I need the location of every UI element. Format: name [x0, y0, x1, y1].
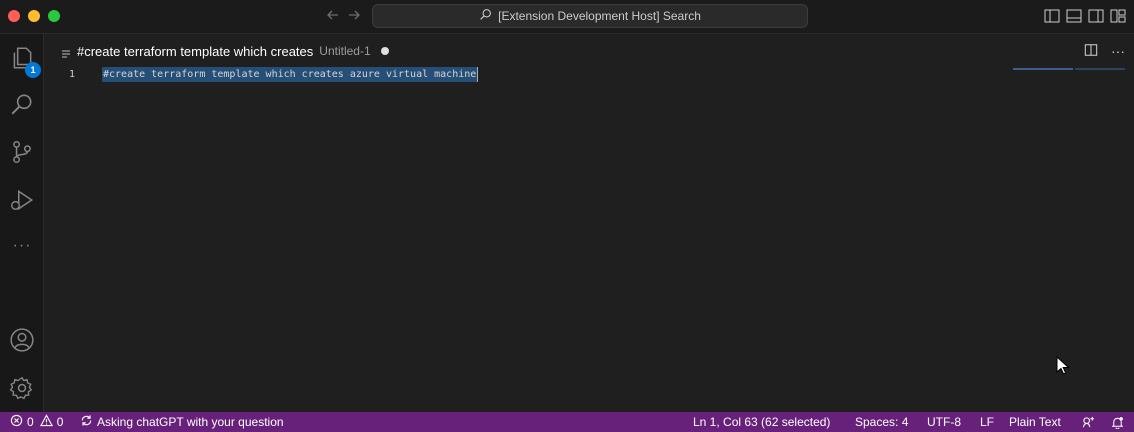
run-and-debug-icon[interactable]: [6, 184, 38, 216]
search-view-icon[interactable]: [6, 88, 38, 120]
notifications-bell-icon[interactable]: [1111, 412, 1124, 432]
toggle-sidebar-icon[interactable]: [1044, 9, 1060, 23]
more-views-icon[interactable]: ···: [6, 230, 38, 262]
accounts-icon[interactable]: [6, 324, 38, 356]
text-editor[interactable]: 1 #create terraform template which creat…: [45, 67, 1134, 412]
minimap-line[interactable]: [1013, 68, 1073, 70]
command-center-search[interactable]: [Extension Development Host] Search: [372, 4, 808, 28]
sync-spinner-icon: [80, 414, 93, 430]
split-editor-icon[interactable]: [1083, 43, 1099, 59]
unsaved-dot-icon[interactable]: [380, 47, 389, 55]
editor-tab-bar: #create terraform template which creates…: [45, 35, 1134, 67]
title-bar: [Extension Development Host] Search: [0, 0, 1134, 34]
search-icon: [479, 8, 492, 24]
explorer-badge: 1: [25, 62, 41, 78]
tab-title: #create terraform template which creates: [77, 43, 314, 59]
activity-bar: 1 ···: [0, 34, 44, 412]
mouse-pointer-icon: [1056, 355, 1070, 376]
more-actions-icon[interactable]: ···: [1107, 43, 1129, 59]
search-text: [Extension Development Host] Search: [498, 9, 701, 23]
progress-text: Asking chatGPT with your question: [97, 415, 284, 429]
eol-setting[interactable]: LF: [980, 412, 994, 432]
maximize-window-button[interactable]: [48, 10, 60, 22]
encoding-setting[interactable]: UTF-8: [927, 412, 961, 432]
cursor-position[interactable]: Ln 1, Col 63 (62 selected): [693, 412, 830, 432]
progress-status[interactable]: Asking chatGPT with your question: [80, 412, 284, 432]
manage-gear-icon[interactable]: [6, 372, 38, 404]
source-control-icon[interactable]: [6, 136, 38, 168]
error-count: 0: [27, 415, 34, 429]
explorer-icon[interactable]: 1: [6, 42, 41, 78]
minimize-window-button[interactable]: [28, 10, 40, 22]
indentation-setting[interactable]: Spaces: 4: [855, 412, 908, 432]
language-mode[interactable]: Plain Text: [1009, 412, 1061, 432]
line-number: 1: [69, 69, 76, 80]
tab-description: Untitled-1: [319, 44, 371, 58]
text-caret: [477, 67, 478, 82]
toggle-panel-icon[interactable]: [1066, 9, 1082, 23]
tab-untitled-1[interactable]: #create terraform template which creates…: [45, 35, 401, 67]
error-icon: [10, 414, 23, 430]
status-bar: 0 0 Asking chatGPT with your question Ln…: [0, 412, 1134, 432]
problems-indicator[interactable]: 0 0: [10, 412, 63, 432]
customize-layout-icon[interactable]: [1110, 9, 1126, 23]
forward-arrow-icon[interactable]: [345, 7, 363, 25]
warning-icon: [39, 414, 53, 430]
back-arrow-icon[interactable]: [324, 7, 342, 25]
warning-count: 0: [56, 415, 64, 429]
minimap-line-cont[interactable]: [1075, 68, 1125, 70]
toggle-secondary-sidebar-icon[interactable]: [1088, 9, 1104, 23]
close-window-button[interactable]: [8, 10, 20, 22]
plain-text-file-icon: [61, 46, 71, 58]
selected-code-line[interactable]: #create terraform template which creates…: [102, 67, 478, 82]
feedback-icon[interactable]: [1082, 412, 1095, 432]
